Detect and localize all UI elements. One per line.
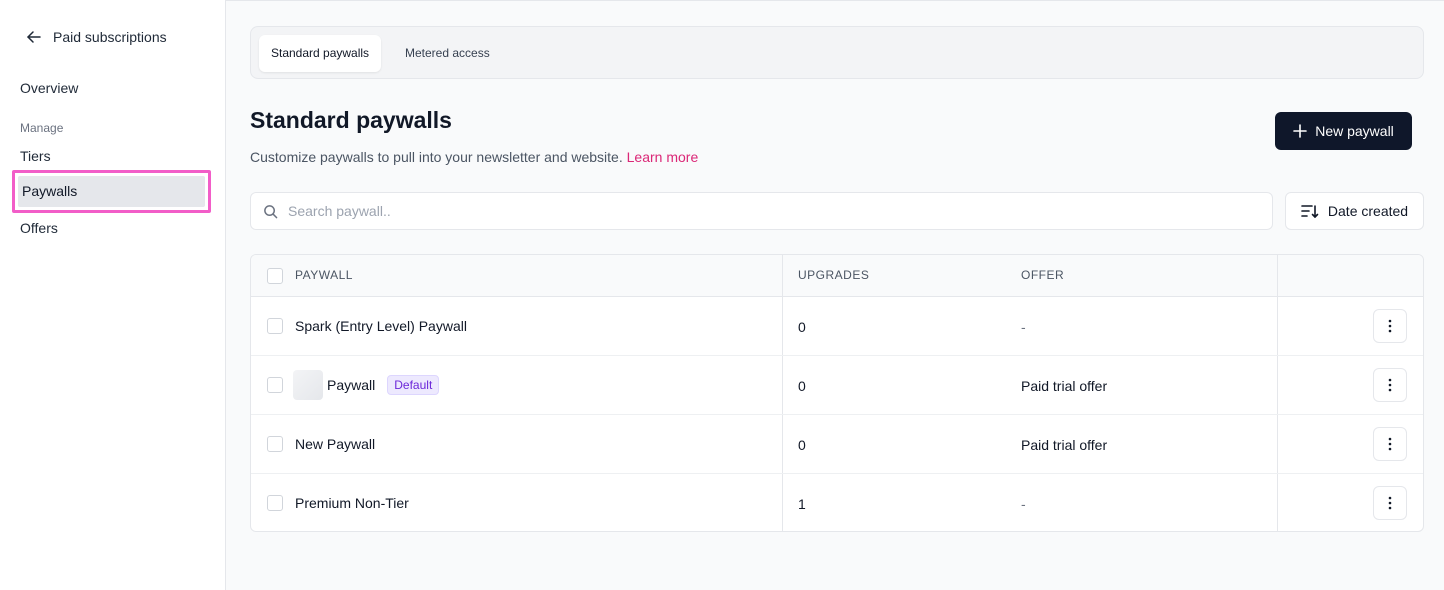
paywalls-table: PAYWALL UPGRADES OFFER Spark (Entry Leve… xyxy=(250,254,1424,532)
top-divider xyxy=(226,0,1444,1)
paywall-name-cell: Spark (Entry Level) Paywall xyxy=(295,310,467,342)
sidebar-item-paywalls-label: Paywalls xyxy=(18,176,205,207)
table-row[interactable]: Premium Non-Tier 1 - xyxy=(251,474,1423,531)
new-paywall-label: New paywall xyxy=(1315,123,1394,139)
more-vertical-icon xyxy=(1388,319,1392,333)
row-checkbox[interactable] xyxy=(267,377,283,393)
table-row[interactable]: Paywall Default 0 Paid trial offer xyxy=(251,356,1423,415)
upgrades-cell: 0 xyxy=(798,437,806,453)
sidebar-item-tiers[interactable]: Tiers xyxy=(20,148,51,164)
upgrades-cell: 1 xyxy=(798,496,806,512)
row-actions-button[interactable] xyxy=(1373,309,1407,343)
sidebar-section-manage: Manage xyxy=(20,121,64,135)
arrow-left-icon xyxy=(27,31,41,43)
sort-descending-icon xyxy=(1301,205,1319,218)
row-checkbox[interactable] xyxy=(267,436,283,452)
paywall-name-cell: New Paywall xyxy=(295,428,375,460)
sidebar-item-paywalls[interactable]: Paywalls xyxy=(12,170,211,213)
tab-bar: Standard paywalls Metered access xyxy=(250,26,1424,79)
tab-metered-access[interactable]: Metered access xyxy=(393,35,502,72)
sort-label: Date created xyxy=(1327,203,1409,219)
sidebar: Paid subscriptions Overview Manage Tiers… xyxy=(0,0,226,590)
learn-more-link[interactable]: Learn more xyxy=(627,149,699,165)
plus-icon xyxy=(1293,124,1308,138)
page-subtitle: Customize paywalls to pull into your new… xyxy=(250,149,698,165)
offer-cell: Paid trial offer xyxy=(1021,378,1108,394)
upgrades-cell: 0 xyxy=(798,378,806,394)
more-vertical-icon xyxy=(1388,437,1392,451)
back-link-label: Paid subscriptions xyxy=(53,29,167,45)
new-paywall-button[interactable]: New paywall xyxy=(1275,112,1412,150)
column-header-paywall: PAYWALL xyxy=(295,268,353,282)
paywall-name: Paywall xyxy=(327,377,376,393)
row-actions-button[interactable] xyxy=(1373,486,1407,520)
page-title: Standard paywalls xyxy=(250,107,452,133)
paywall-name-cell: Paywall Default xyxy=(293,369,440,401)
row-actions-button[interactable] xyxy=(1373,427,1407,461)
tab-standard-paywalls[interactable]: Standard paywalls xyxy=(259,35,382,72)
sidebar-item-overview[interactable]: Overview xyxy=(20,80,78,96)
page-subtitle-text: Customize paywalls to pull into your new… xyxy=(250,149,623,165)
search-input[interactable] xyxy=(288,203,1248,219)
paywall-name: Spark (Entry Level) Paywall xyxy=(295,318,467,334)
row-actions-button[interactable] xyxy=(1373,368,1407,402)
column-header-offer: OFFER xyxy=(1021,268,1065,282)
paywall-name: Premium Non-Tier xyxy=(295,495,409,511)
table-row[interactable]: Spark (Entry Level) Paywall 0 - xyxy=(251,297,1423,356)
search-icon xyxy=(264,204,278,218)
back-link[interactable]: Paid subscriptions xyxy=(26,28,167,46)
sidebar-item-offers[interactable]: Offers xyxy=(20,220,58,236)
search-box xyxy=(250,192,1273,230)
table-header: PAYWALL UPGRADES OFFER xyxy=(251,255,1423,297)
paywall-name-cell: Premium Non-Tier xyxy=(295,487,409,519)
sort-date-created-button[interactable]: Date created xyxy=(1285,192,1424,230)
column-header-upgrades: UPGRADES xyxy=(798,268,870,282)
default-badge: Default xyxy=(387,375,440,395)
select-all-checkbox[interactable] xyxy=(267,268,283,284)
more-vertical-icon xyxy=(1388,378,1392,392)
more-vertical-icon xyxy=(1388,496,1392,510)
offer-cell: - xyxy=(1021,319,1026,335)
row-checkbox[interactable] xyxy=(267,495,283,511)
paywall-name: New Paywall xyxy=(295,436,376,452)
blurred-thumbnail xyxy=(293,370,323,400)
offer-cell: Paid trial offer xyxy=(1021,437,1108,453)
upgrades-cell: 0 xyxy=(798,319,806,335)
offer-cell: - xyxy=(1021,496,1026,512)
table-row[interactable]: New Paywall 0 Paid trial offer xyxy=(251,415,1423,474)
row-checkbox[interactable] xyxy=(267,318,283,334)
